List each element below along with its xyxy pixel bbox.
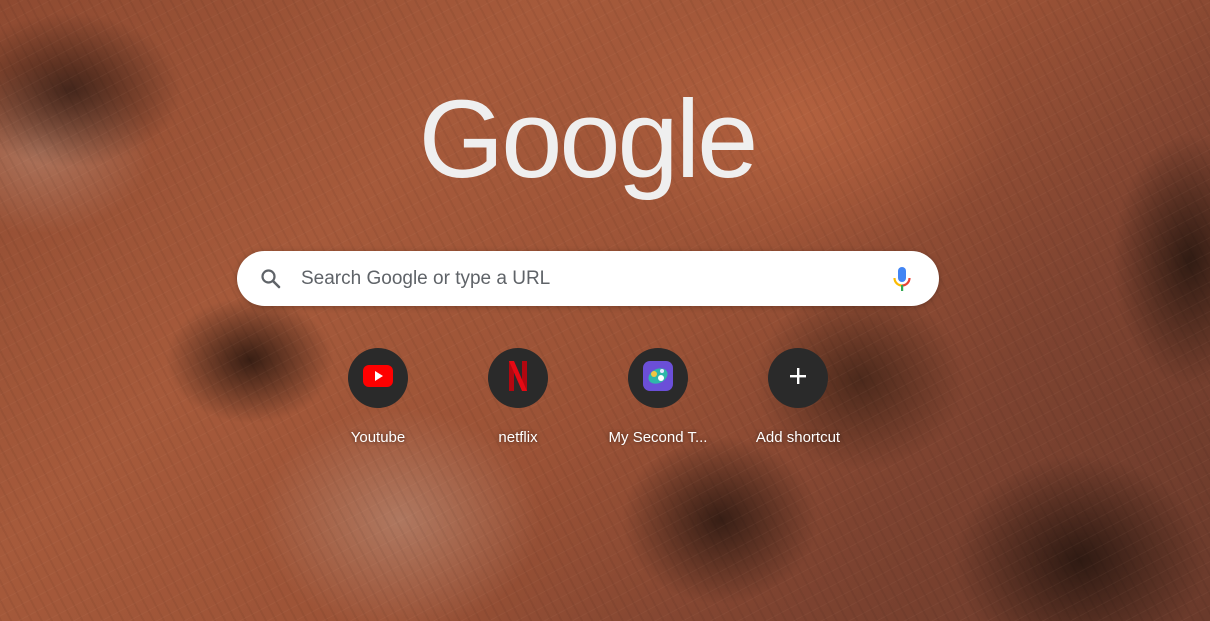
shortcut-title: Add shortcut (755, 429, 841, 446)
mic-icon[interactable] (889, 265, 915, 293)
add-shortcut-button[interactable]: Add shortcut (728, 338, 868, 458)
netflix-icon (508, 360, 528, 396)
shortcut-icon-container (488, 348, 548, 408)
shortcuts-grid: Youtube netflix My Second T... Add short… (308, 338, 868, 468)
site-favicon (643, 360, 673, 396)
shortcut-tile-my-second[interactable]: My Second T... (588, 338, 728, 458)
shortcut-title: netflix (498, 429, 538, 446)
plus-icon (788, 366, 808, 391)
youtube-icon (363, 364, 393, 392)
shortcut-tile-netflix[interactable]: netflix (448, 338, 588, 458)
shortcut-title: Youtube (350, 429, 406, 446)
shortcut-tile-youtube[interactable]: Youtube (308, 338, 448, 458)
search-icon (259, 267, 283, 291)
google-logo: Google (418, 78, 759, 201)
search-box[interactable] (237, 251, 939, 306)
shortcut-icon-container (628, 348, 688, 408)
shortcut-icon-container (348, 348, 408, 408)
search-input[interactable] (301, 251, 861, 306)
shortcut-title: My Second T... (608, 429, 708, 446)
shortcut-icon-container (768, 348, 828, 408)
